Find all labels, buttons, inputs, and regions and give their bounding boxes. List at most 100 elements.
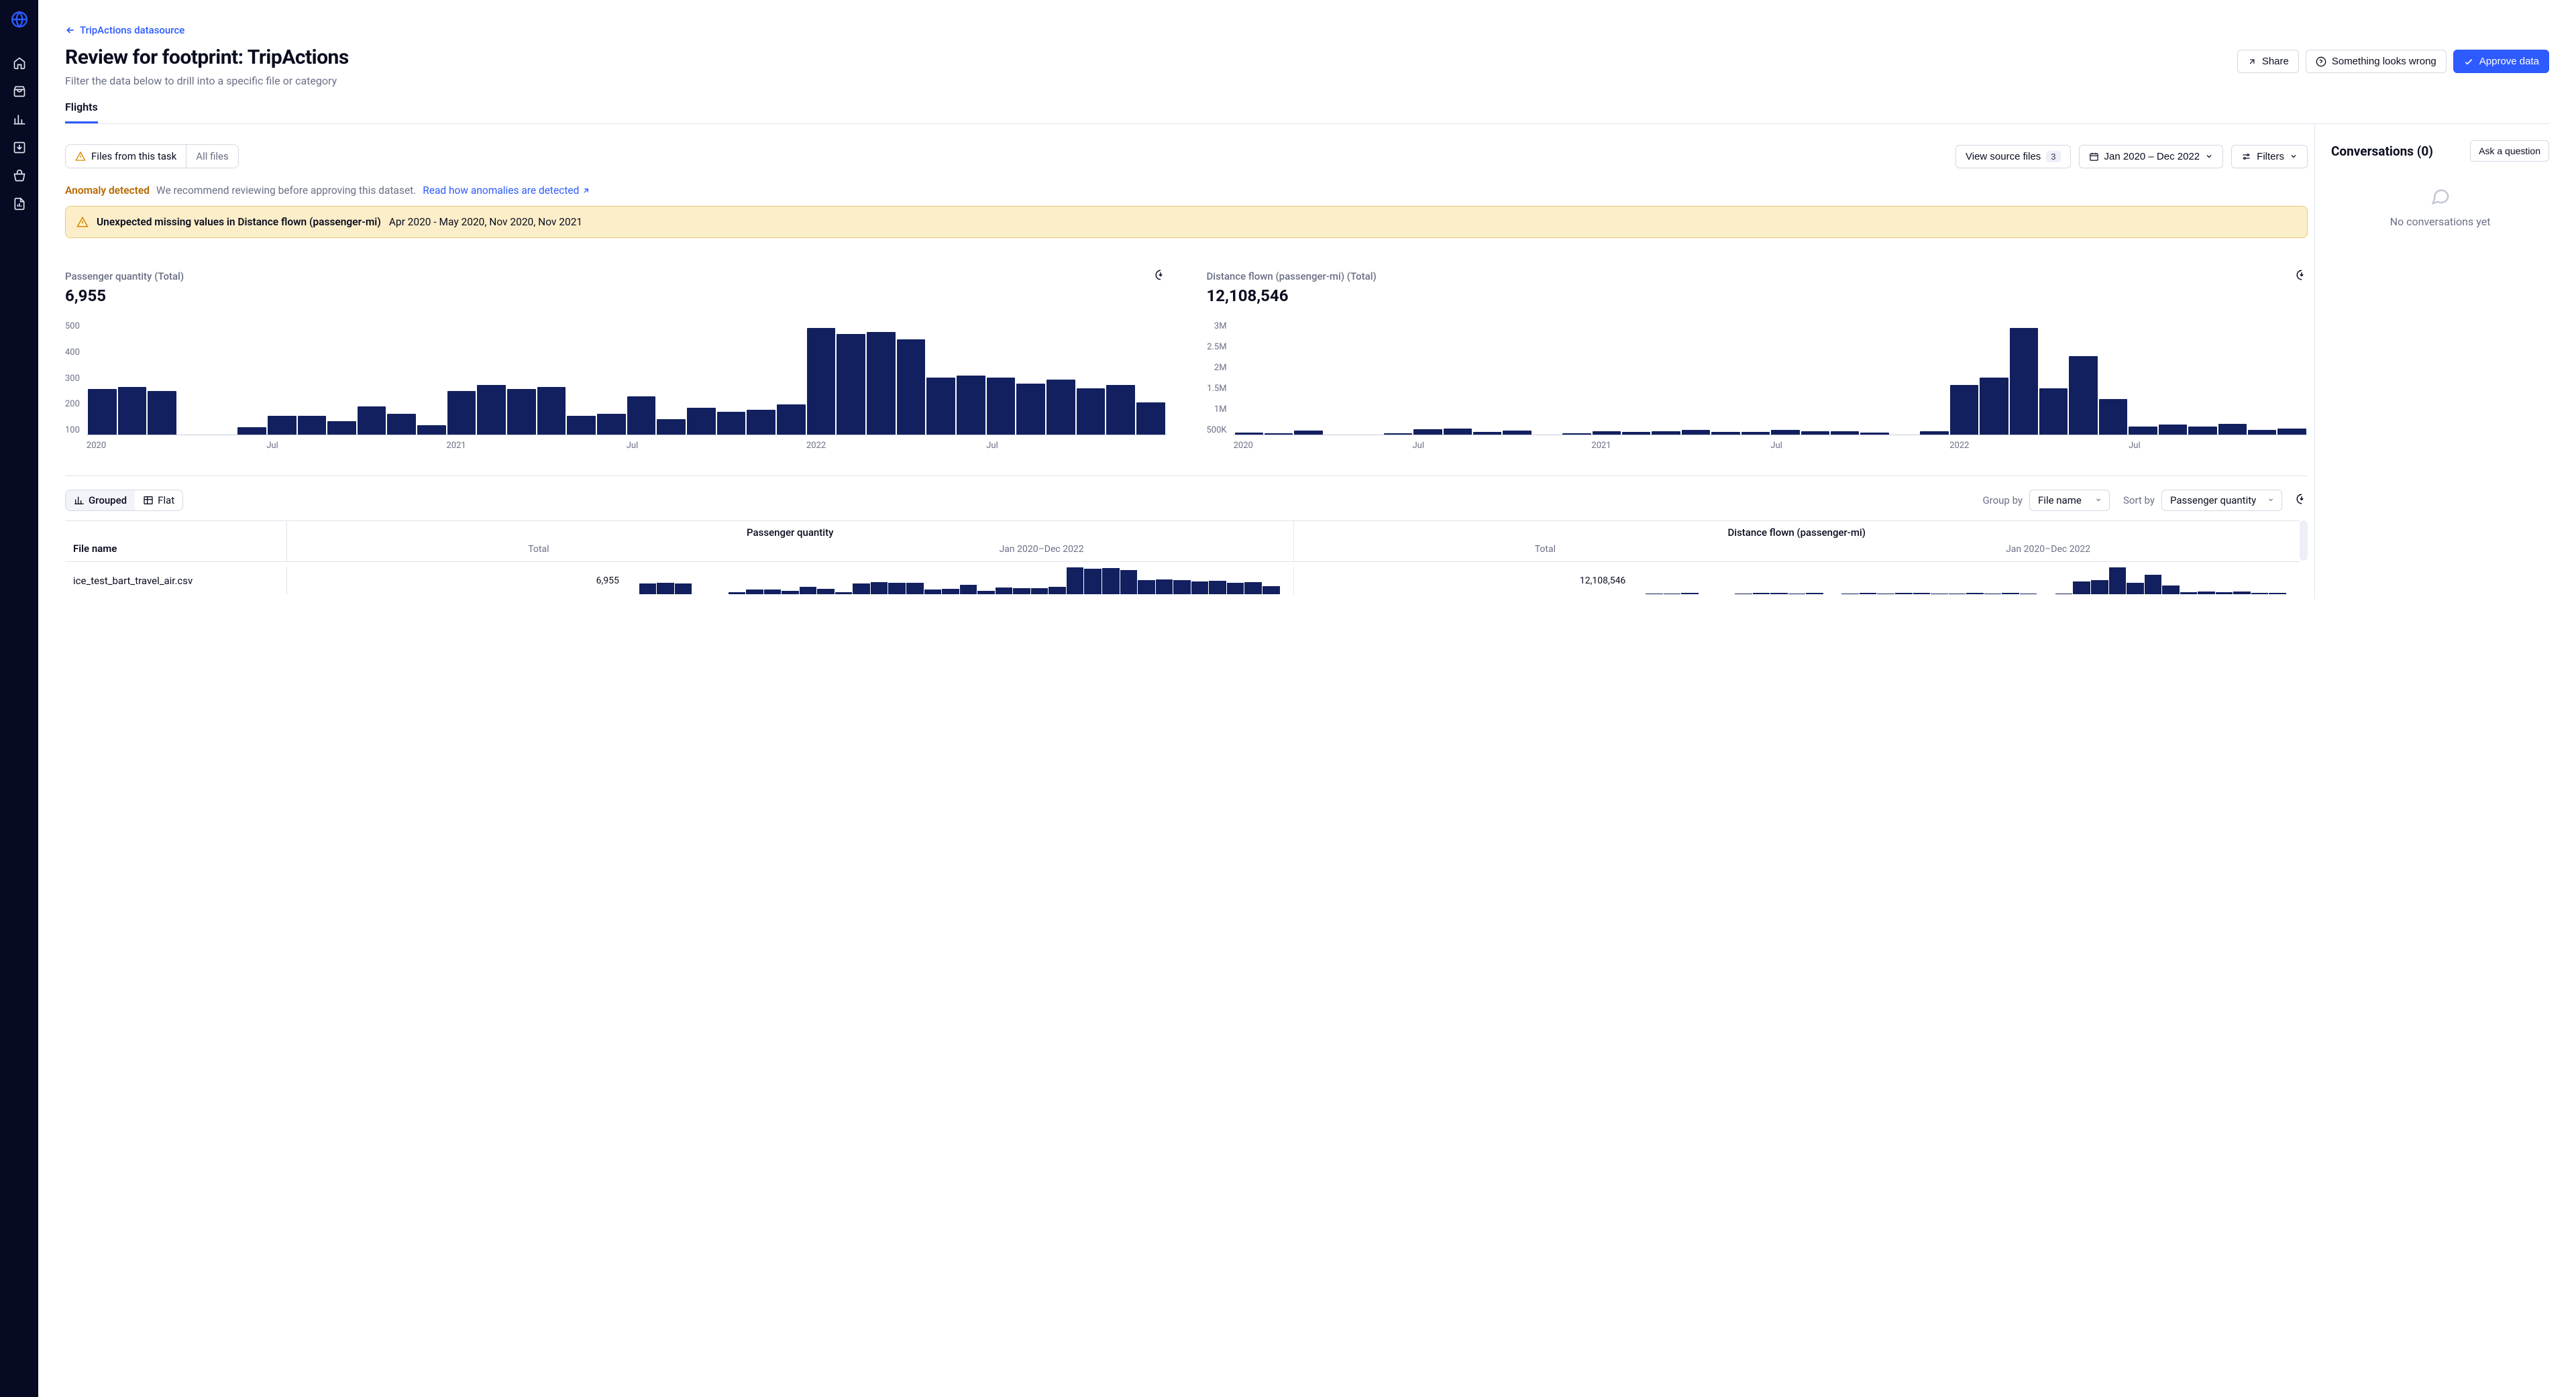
file-scope-segmented: Files from this task All files bbox=[65, 144, 239, 168]
files-from-task-toggle[interactable]: Files from this task bbox=[66, 145, 186, 168]
th-pq-total: Total bbox=[287, 541, 790, 561]
th-filename: File name bbox=[65, 536, 286, 561]
filters-label: Filters bbox=[2257, 151, 2284, 162]
tab-flights[interactable]: Flights bbox=[65, 101, 98, 123]
table-row[interactable]: ice_test_bart_travel_air.csv 6,955 12,10… bbox=[65, 561, 2300, 599]
share-button[interactable]: Share bbox=[2237, 50, 2299, 73]
something-wrong-button[interactable]: Something looks wrong bbox=[2306, 50, 2447, 73]
anomaly-link-text: Read how anomalies are detected bbox=[423, 184, 579, 197]
td-filename: ice_test_bart_travel_air.csv bbox=[65, 567, 286, 595]
flat-label: Flat bbox=[158, 494, 174, 506]
chart-passenger-title: Passenger quantity (Total) bbox=[65, 270, 184, 282]
th-passenger-quantity: Passenger quantity bbox=[287, 526, 1293, 541]
conversations-title: Conversations (0) bbox=[2331, 144, 2433, 159]
sliders-icon bbox=[2241, 152, 2251, 162]
anomaly-link[interactable]: Read how anomalies are detected bbox=[423, 184, 590, 197]
all-files-label: All files bbox=[196, 150, 228, 162]
sidebar bbox=[0, 0, 38, 1397]
sort-by-label: Sort by bbox=[2123, 494, 2155, 506]
chevron-down-icon bbox=[2205, 152, 2213, 160]
anomaly-banner-detail: Apr 2020 - May 2020, Nov 2020, Nov 2021 bbox=[389, 216, 582, 228]
share-icon bbox=[2247, 57, 2257, 66]
table-icon bbox=[143, 495, 154, 506]
sort-by-select[interactable]: Passenger quantity bbox=[2161, 490, 2282, 511]
page-subtitle: Filter the data below to drill into a sp… bbox=[65, 74, 349, 87]
chart-bars bbox=[1234, 321, 2308, 435]
question-icon bbox=[2316, 56, 2326, 67]
back-link[interactable]: TripActions datasource bbox=[65, 24, 2549, 36]
group-by-value: File name bbox=[2038, 494, 2082, 506]
arrow-left-icon bbox=[65, 25, 76, 36]
chart-distance-title: Distance flown (passenger-mi) (Total) bbox=[1207, 270, 1377, 282]
group-by-select[interactable]: File name bbox=[2029, 490, 2110, 511]
data-table: File name Passenger quantity Total Jan 2… bbox=[65, 520, 2300, 599]
chart-download-icon[interactable] bbox=[1155, 269, 1167, 284]
chart-distance-flown: Distance flown (passenger-mi) (Total) 12… bbox=[1207, 269, 2308, 455]
anomaly-text: We recommend reviewing before approving … bbox=[156, 184, 416, 197]
chat-bubble-icon bbox=[2430, 186, 2451, 206]
view-source-files-button[interactable]: View source files 3 bbox=[1955, 145, 2071, 168]
chart-distance-total: 12,108,546 bbox=[1207, 286, 2308, 305]
th-pq-range: Jan 2020–Dec 2022 bbox=[790, 541, 1293, 561]
date-range-picker[interactable]: Jan 2020 – Dec 2022 bbox=[2079, 145, 2224, 168]
nav-marketplace-icon[interactable] bbox=[11, 83, 28, 99]
approve-label: Approve data bbox=[2479, 56, 2539, 67]
wrong-label: Something looks wrong bbox=[2332, 56, 2436, 67]
check-icon bbox=[2463, 56, 2474, 67]
main-content: TripActions datasource Review for footpr… bbox=[38, 0, 2576, 1397]
calendar-icon bbox=[2089, 152, 2099, 162]
chart-x-axis: 2020Jul2021Jul2022Jul bbox=[87, 435, 1167, 451]
chart-y-axis: 500400300200100 bbox=[65, 321, 87, 435]
nav-downloads-icon[interactable] bbox=[11, 139, 28, 156]
flat-toggle[interactable]: Flat bbox=[135, 490, 182, 510]
chart-passenger-quantity: Passenger quantity (Total) 6,955 5004003… bbox=[65, 269, 1167, 455]
table-download-icon[interactable] bbox=[2296, 493, 2308, 508]
chart-download-icon[interactable] bbox=[2296, 269, 2308, 284]
sort-by-value: Passenger quantity bbox=[2170, 494, 2256, 506]
td-df-sparkline bbox=[1646, 567, 2300, 594]
all-files-toggle[interactable]: All files bbox=[186, 145, 237, 168]
group-by-label: Group by bbox=[1982, 494, 2023, 506]
tabs: Flights bbox=[65, 101, 2549, 124]
grouped-label: Grouped bbox=[89, 494, 127, 506]
chart-y-axis: 3M2.5M2M1.5M1M500K bbox=[1207, 321, 1234, 435]
chart-bars bbox=[87, 321, 1167, 435]
date-range-label: Jan 2020 – Dec 2022 bbox=[2104, 151, 2200, 162]
warning-icon bbox=[76, 216, 89, 228]
conversations-panel: Conversations (0) Ask a question No conv… bbox=[2314, 124, 2549, 599]
th-distance-flown: Distance flown (passenger-mi) bbox=[1294, 526, 2300, 541]
filters-button[interactable]: Filters bbox=[2231, 145, 2308, 168]
view-source-count-badge: 3 bbox=[2046, 151, 2060, 162]
scrollbar[interactable] bbox=[2300, 520, 2308, 561]
chart-x-axis: 2020Jul2021Jul2022Jul bbox=[1234, 435, 2308, 451]
view-source-label: View source files bbox=[1966, 151, 2041, 162]
external-link-icon bbox=[582, 186, 590, 195]
td-pq-total: 6,955 bbox=[287, 575, 639, 586]
grouped-toggle[interactable]: Grouped bbox=[66, 490, 135, 510]
nav-report-icon[interactable] bbox=[11, 196, 28, 212]
nav-basket-icon[interactable] bbox=[11, 168, 28, 184]
th-df-range: Jan 2020–Dec 2022 bbox=[1796, 541, 2300, 561]
share-label: Share bbox=[2262, 56, 2289, 67]
nav-home-icon[interactable] bbox=[11, 55, 28, 71]
td-df-total: 12,108,546 bbox=[1294, 575, 1646, 586]
back-link-text: TripActions datasource bbox=[80, 24, 184, 36]
anomaly-line: Anomaly detected We recommend reviewing … bbox=[65, 184, 2308, 206]
page-title: Review for footprint: TripActions bbox=[65, 46, 349, 69]
anomaly-banner-title: Unexpected missing values in Distance fl… bbox=[97, 216, 381, 228]
empty-text: No conversations yet bbox=[2390, 215, 2491, 228]
chart-passenger-total: 6,955 bbox=[65, 286, 1167, 305]
th-df-total: Total bbox=[1294, 541, 1797, 561]
td-pq-sparkline bbox=[639, 567, 1293, 594]
files-from-task-label: Files from this task bbox=[91, 150, 176, 162]
conversations-empty-state: No conversations yet bbox=[2331, 186, 2549, 228]
warning-icon bbox=[75, 151, 86, 162]
logo-icon bbox=[11, 11, 28, 31]
ask-question-button[interactable]: Ask a question bbox=[2470, 140, 2549, 162]
view-mode-segmented: Grouped Flat bbox=[65, 490, 183, 511]
ask-question-label: Ask a question bbox=[2479, 146, 2540, 156]
chevron-down-icon bbox=[2290, 152, 2298, 160]
anomaly-label: Anomaly detected bbox=[65, 184, 150, 197]
approve-button[interactable]: Approve data bbox=[2453, 50, 2549, 73]
nav-analytics-icon[interactable] bbox=[11, 111, 28, 127]
